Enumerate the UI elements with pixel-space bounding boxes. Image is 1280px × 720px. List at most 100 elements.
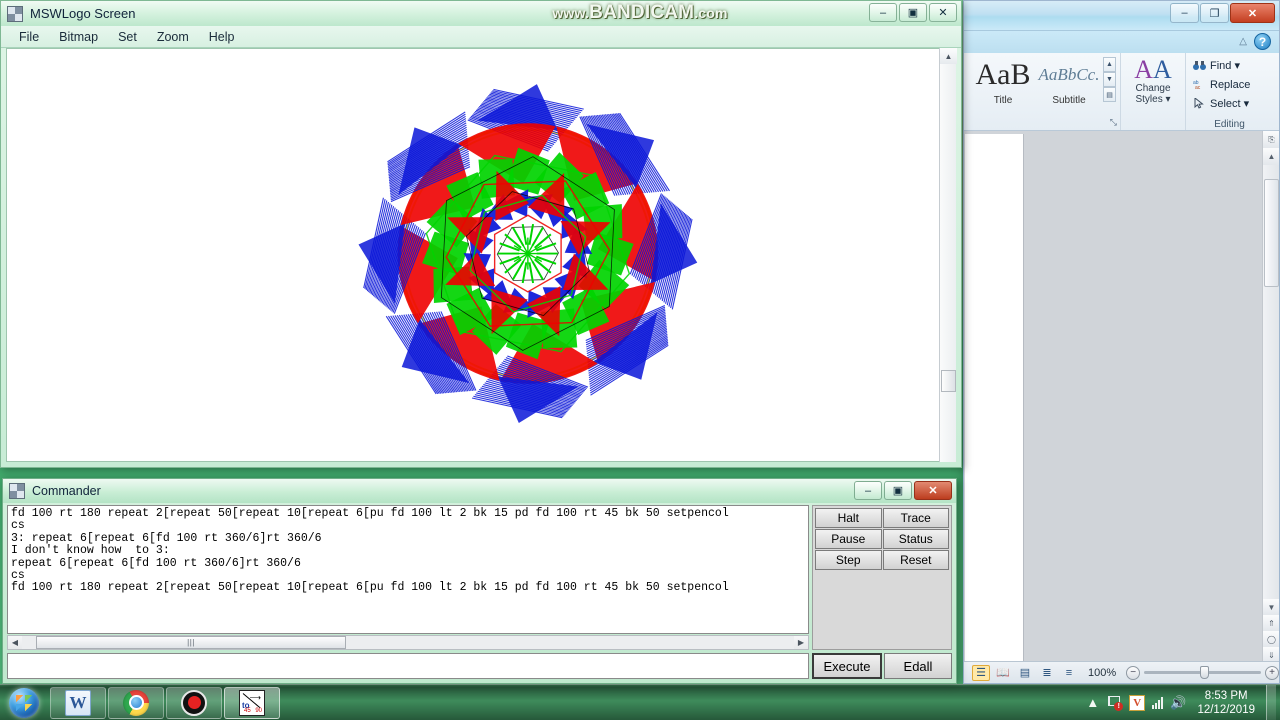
taskbar[interactable]: W ⟶ to 45 90 ▲ ! V 🔊 8:53 PM 12/12/2019 [0, 684, 1280, 720]
mswlogo-scroll-thumb[interactable] [941, 370, 956, 392]
reset-button[interactable]: Reset [882, 550, 949, 570]
word-window-controls[interactable]: – ❐ ✕ [1170, 3, 1275, 23]
word-minimize-button[interactable]: – [1170, 3, 1199, 23]
document-page [965, 134, 1024, 663]
commander-history[interactable]: fd 100 rt 180 repeat 2[repeat 50[repeat … [7, 505, 809, 634]
step-button[interactable]: Step [815, 550, 882, 570]
pause-button[interactable]: Pause [815, 529, 882, 549]
web-layout-view-button[interactable]: ▤ [1016, 665, 1034, 681]
bandicam-watermark: www. BANDICAM .com [510, 2, 770, 24]
turtle-graphics-canvas[interactable] [7, 49, 955, 462]
mswlogo-window-controls[interactable]: – ▣ ✕ [869, 3, 957, 22]
zoom-slider[interactable]: − + [1126, 665, 1279, 680]
menu-help[interactable]: Help [199, 28, 245, 46]
commander-titlebar[interactable]: Commander – ▣ ✕ [3, 479, 956, 503]
zoom-slider-track[interactable] [1144, 666, 1261, 679]
hscroll-track[interactable]: ||| [22, 636, 794, 649]
menu-zoom[interactable]: Zoom [147, 28, 199, 46]
turtle-graphics-canvas-wrapper[interactable] [6, 48, 956, 462]
change-styles-button[interactable]: AA Change Styles ▾ [1125, 55, 1181, 106]
show-desktop-button[interactable] [1266, 684, 1276, 720]
trace-button[interactable]: Trace [882, 508, 949, 528]
hscroll-right-icon[interactable]: ▶ [794, 636, 808, 649]
mswlogo-maximize-button[interactable]: ▣ [899, 3, 927, 22]
mswlogo-menubar[interactable]: File Bitmap Set Zoom Help [1, 26, 961, 48]
mswlogo-icon [7, 5, 23, 22]
commander-input[interactable] [7, 653, 809, 679]
bandicam-record-icon [181, 689, 207, 716]
start-button[interactable] [0, 686, 48, 720]
styles-dialog-launcher[interactable]: ⤡ [1110, 117, 1117, 128]
mswlogo-scroll-up-icon[interactable]: ▲ [940, 48, 957, 64]
gallery-scroll-down-icon[interactable]: ▼ [1103, 72, 1116, 87]
style-title[interactable]: AaB Title [970, 55, 1036, 106]
taskbar-item-mswlogo[interactable]: ⟶ to 45 90 [224, 686, 280, 719]
zoom-out-button[interactable]: − [1126, 665, 1141, 680]
mswlogo-close-button[interactable]: ✕ [929, 3, 957, 22]
volume-icon[interactable]: 🔊 [1170, 695, 1186, 711]
draft-view-button[interactable]: ≡ [1060, 665, 1078, 681]
word-close-button[interactable]: ✕ [1230, 3, 1275, 23]
word-scroll-thumb[interactable] [1264, 179, 1279, 287]
style-subtitle[interactable]: AaBbCc. Subtitle [1036, 55, 1102, 106]
word-document-area[interactable]: ⎘ ▲ ▼ ⇑ ◯ ⇓ [964, 131, 1279, 663]
find-button[interactable]: Find ▾ [1192, 56, 1267, 75]
word-restore-button[interactable]: ❐ [1200, 3, 1229, 23]
word-scroll-down-icon[interactable]: ▼ [1263, 599, 1279, 615]
mswlogo-vertical-scrollbar[interactable]: ▲ [939, 48, 957, 462]
word-scroll-dialog-icon[interactable]: ⎘ [1263, 131, 1279, 148]
mswlogo-titlebar[interactable]: MSWLogo Screen – ▣ ✕ [1, 1, 961, 26]
taskbar-item-chrome[interactable] [108, 686, 164, 719]
execute-button[interactable]: Execute [812, 653, 882, 679]
zoom-in-button[interactable]: + [1265, 665, 1279, 680]
word-scroll-bottom-controls[interactable]: ▼ ⇑ ◯ ⇓ [1263, 599, 1279, 663]
action-center-flag-icon[interactable]: ! [1106, 695, 1124, 711]
menu-bitmap[interactable]: Bitmap [49, 28, 108, 46]
mswlogo-screen-window[interactable]: MSWLogo Screen – ▣ ✕ File Bitmap Set Zoo… [0, 0, 962, 468]
word-scroll-up-icon[interactable]: ▲ [1263, 148, 1279, 165]
taskbar-item-word[interactable]: W [50, 686, 106, 719]
system-tray[interactable]: ▲ ! V 🔊 8:53 PM 12/12/2019 [1086, 684, 1280, 720]
outline-view-button[interactable]: ≣ [1038, 665, 1056, 681]
menu-set[interactable]: Set [108, 28, 147, 46]
halt-button[interactable]: Halt [815, 508, 882, 528]
gallery-scroll-up-icon[interactable]: ▲ [1103, 57, 1116, 72]
help-icon[interactable]: ? [1254, 33, 1271, 50]
select-browse-object-icon[interactable]: ◯ [1263, 631, 1279, 647]
commander-minimize-button[interactable]: – [854, 481, 882, 500]
styles-gallery-scroll[interactable]: ▲ ▼ ▤ [1103, 57, 1116, 102]
status-button[interactable]: Status [882, 529, 949, 549]
mswlogo-minimize-button[interactable]: – [869, 3, 897, 22]
previous-page-icon[interactable]: ⇑ [1263, 615, 1279, 631]
replace-label: Replace [1210, 78, 1251, 91]
ribbon-minimize-icon[interactable]: △ [1239, 36, 1247, 47]
commander-close-button[interactable]: ✕ [914, 481, 952, 500]
hscroll-thumb[interactable]: ||| [36, 636, 346, 649]
show-hidden-icons-button[interactable]: ▲ [1086, 695, 1099, 710]
edall-button[interactable]: Edall [884, 653, 952, 679]
replace-button[interactable]: ab ac Replace [1192, 75, 1267, 94]
zoom-slider-knob[interactable] [1200, 666, 1210, 679]
network-bars-icon[interactable] [1152, 696, 1164, 709]
taskbar-item-bandicam[interactable] [166, 686, 222, 719]
word-vertical-scrollbar[interactable]: ⎘ ▲ ▼ ⇑ ◯ ⇓ [1262, 131, 1279, 663]
print-layout-view-button[interactable]: ☰ [972, 664, 990, 681]
commander-window-controls[interactable]: – ▣ ✕ [854, 481, 952, 500]
commander-window[interactable]: Commander – ▣ ✕ fd 100 rt 180 repeat 2[r… [2, 478, 957, 684]
menu-file[interactable]: File [9, 28, 49, 46]
commander-horizontal-scrollbar[interactable]: ◀ ||| ▶ [7, 635, 809, 650]
word-titlebar: – ❐ ✕ [964, 1, 1279, 31]
change-styles-group: AA Change Styles ▾ [1120, 53, 1185, 130]
select-button[interactable]: Select ▾ [1192, 94, 1267, 113]
clock[interactable]: 8:53 PM 12/12/2019 [1193, 689, 1255, 717]
binoculars-icon [1192, 59, 1206, 73]
word-window[interactable]: – ❐ ✕ △ ? AaB Title AaBbCc. Subtitle ▲ ▼ [963, 0, 1280, 684]
watermark-prefix: www. [552, 5, 590, 21]
full-screen-reading-view-button[interactable]: 📖 [994, 665, 1012, 681]
commander-maximize-button[interactable]: ▣ [884, 481, 912, 500]
styles-gallery[interactable]: AaB Title AaBbCc. Subtitle ▲ ▼ ▤ [970, 55, 1116, 106]
gallery-more-icon[interactable]: ▤ [1103, 87, 1116, 102]
hscroll-left-icon[interactable]: ◀ [8, 636, 22, 649]
vlc-tray-icon[interactable]: V [1129, 694, 1146, 711]
commander-body: fd 100 rt 180 repeat 2[repeat 50[repeat … [7, 505, 952, 679]
